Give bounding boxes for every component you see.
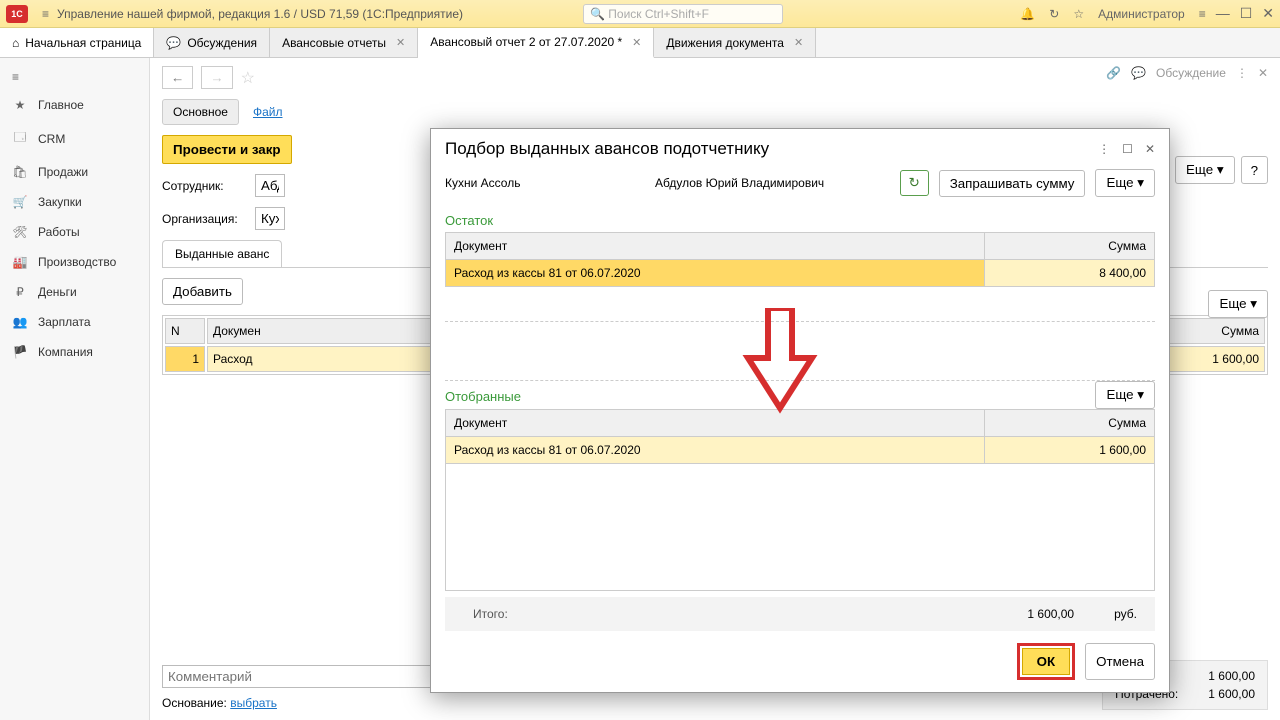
modal-menu-icon[interactable]: ⋮ <box>1098 142 1110 156</box>
col-sum: Сумма <box>985 410 1155 437</box>
close-icon[interactable]: ✕ <box>794 36 803 49</box>
section-remain: Остаток <box>431 207 1169 232</box>
col-sum: Сумма <box>985 233 1155 260</box>
flag-icon: 🏴 <box>12 345 28 359</box>
search-input[interactable]: 🔍 Поиск Ctrl+Shift+F <box>583 4 783 24</box>
tab-movements[interactable]: Движения документа ✕ <box>654 28 816 57</box>
maximize-button[interactable]: ☐ <box>1240 5 1253 22</box>
total-row: Итого: 1 600,00 руб. <box>445 597 1155 631</box>
bell-icon[interactable]: 🔔 <box>1020 7 1035 21</box>
document-area: ← → ☆ 🔗 💬 Обсуждение ⋮ ✕ Основное Файл П… <box>150 58 1280 720</box>
selected-more-button[interactable]: Еще ▾ <box>1095 381 1155 409</box>
refresh-button[interactable]: ↻ <box>900 170 929 196</box>
close-icon[interactable]: ✕ <box>632 36 641 49</box>
col-doc: Документ <box>446 233 985 260</box>
money-icon: ₽ <box>12 285 28 299</box>
tab-home[interactable]: ⌂ Начальная страница <box>0 28 154 57</box>
people-icon: 👥 <box>12 315 28 329</box>
col-doc: Документ <box>446 410 985 437</box>
cancel-button[interactable]: Отмена <box>1085 643 1155 680</box>
modal-maximize-icon[interactable]: ☐ <box>1122 142 1133 156</box>
selected-table-body <box>445 464 1155 591</box>
tools-icon: 🛠 <box>12 225 28 239</box>
sidebar-item-crm[interactable]: 🗔CRM <box>0 120 149 157</box>
chat-icon: 💬 <box>166 36 181 50</box>
modal-title: Подбор выданных авансов подотчетнику <box>445 139 1098 159</box>
cart-icon: 🛒 <box>12 195 28 209</box>
nav-burger-icon[interactable]: ≡ <box>0 64 149 90</box>
sidebar-item-sales[interactable]: 🛍Продажи <box>0 157 149 187</box>
burger-icon[interactable]: ≡ <box>42 7 49 21</box>
tab-reports[interactable]: Авансовые отчеты ✕ <box>270 28 418 57</box>
star-icon[interactable]: ☆ <box>1073 7 1084 21</box>
minimize-button[interactable]: — <box>1216 5 1230 22</box>
tab-discussions[interactable]: 💬 Обсуждения <box>154 28 270 57</box>
tabbar: ⌂ Начальная страница 💬 Обсуждения Авансо… <box>0 28 1280 58</box>
sidebar-item-production[interactable]: 🏭Производство <box>0 247 149 277</box>
close-icon[interactable]: ✕ <box>396 36 405 49</box>
table-row[interactable]: Расход из кассы 81 от 06.07.2020 8 400,0… <box>446 260 1155 287</box>
section-selected: Отобранные <box>445 383 1095 408</box>
tab-report-2[interactable]: Авансовый отчет 2 от 27.07.2020 * ✕ <box>418 28 654 58</box>
modal-more-button[interactable]: Еще ▾ <box>1095 169 1155 197</box>
sidebar-item-salary[interactable]: 👥Зарплата <box>0 307 149 337</box>
sidebar: ≡ ★Главное 🗔CRM 🛍Продажи 🛒Закупки 🛠Работ… <box>0 58 150 720</box>
sidebar-item-main[interactable]: ★Главное <box>0 90 149 120</box>
search-icon: 🔍 <box>590 7 605 21</box>
remain-table: Документ Сумма Расход из кассы 81 от 06.… <box>445 232 1155 287</box>
star-icon: ★ <box>12 98 28 112</box>
sales-icon: 🛍 <box>12 165 28 179</box>
sidebar-item-works[interactable]: 🛠Работы <box>0 217 149 247</box>
logo-1c: 1C <box>6 5 28 23</box>
table-row[interactable]: Расход из кассы 81 от 06.07.2020 1 600,0… <box>446 437 1155 464</box>
modal-org: Кухни Ассоль <box>445 176 645 190</box>
ok-button[interactable]: ОК <box>1022 648 1071 675</box>
user-label[interactable]: Администратор <box>1098 7 1185 21</box>
divider <box>445 321 1155 381</box>
factory-icon: 🏭 <box>12 255 28 269</box>
sidebar-item-money[interactable]: ₽Деньги <box>0 277 149 307</box>
close-button[interactable]: ✕ <box>1262 5 1274 22</box>
advance-picker-modal: Подбор выданных авансов подотчетнику ⋮ ☐… <box>430 128 1170 693</box>
modal-close-icon[interactable]: ✕ <box>1145 142 1155 156</box>
sidebar-item-company[interactable]: 🏴Компания <box>0 337 149 367</box>
history-icon[interactable]: ↻ <box>1049 7 1059 21</box>
app-title: Управление нашей фирмой, редакция 1.6 / … <box>57 7 463 21</box>
home-icon: ⌂ <box>12 36 19 50</box>
settings-icon[interactable]: ≡ <box>1199 7 1206 21</box>
selected-table: Документ Сумма Расход из кассы 81 от 06.… <box>445 409 1155 464</box>
titlebar: 1C ≡ Управление нашей фирмой, редакция 1… <box>0 0 1280 28</box>
ok-highlight: ОК <box>1017 643 1076 680</box>
crm-icon: 🗔 <box>12 128 28 149</box>
modal-employee: Абдулов Юрий Владимирович <box>655 176 890 190</box>
sidebar-item-purchasing[interactable]: 🛒Закупки <box>0 187 149 217</box>
request-sum-button[interactable]: Запрашивать сумму <box>939 170 1086 197</box>
